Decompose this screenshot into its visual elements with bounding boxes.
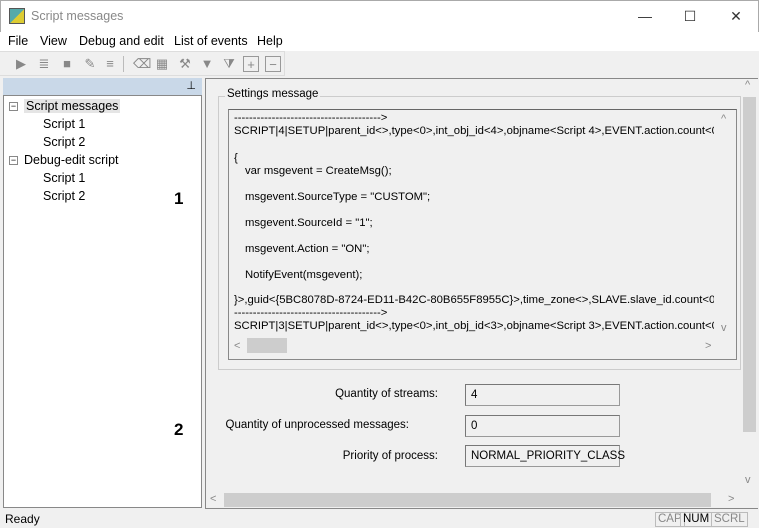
num-indicator: NUM bbox=[680, 512, 713, 527]
scroll-down-icon[interactable]: v bbox=[745, 474, 751, 486]
unprocessed-messages-field[interactable]: 0 bbox=[465, 415, 620, 437]
code-line: msgevent.SourceType = "CUSTOM"; bbox=[245, 191, 431, 203]
close-button[interactable]: ✕ bbox=[713, 1, 759, 31]
code-line: msgevent.SourceId = "1"; bbox=[245, 217, 373, 229]
tree-pane: ⊥ − Script messages Script 1 Script 2 − … bbox=[3, 78, 202, 509]
filter-icon[interactable]: ▼ bbox=[199, 56, 215, 72]
scroll-up-icon[interactable]: ^ bbox=[721, 113, 726, 125]
vertical-scrollbar[interactable]: ^ v bbox=[741, 79, 758, 491]
horizontal-scrollbar[interactable]: < > bbox=[206, 491, 741, 509]
scrl-indicator: SCRL bbox=[711, 512, 748, 527]
minimize-button[interactable]: — bbox=[622, 1, 668, 31]
priority-field[interactable]: NORMAL_PRIORITY_CLASS bbox=[465, 445, 625, 467]
menu-list-of-events[interactable]: List of events bbox=[174, 34, 248, 48]
settings-message-text[interactable]: --------------------------------------->… bbox=[228, 109, 737, 360]
quantity-of-streams-field[interactable]: 4 bbox=[465, 384, 620, 406]
scroll-down-icon[interactable]: v bbox=[721, 322, 727, 334]
maximize-button[interactable]: ☐ bbox=[667, 1, 713, 31]
details-pane: Settings message -----------------------… bbox=[205, 78, 758, 509]
group-label: Settings message bbox=[225, 88, 321, 100]
minus-icon[interactable]: − bbox=[265, 56, 281, 72]
grid-icon[interactable]: ▦ bbox=[154, 56, 170, 72]
scroll-left-icon[interactable]: < bbox=[234, 340, 240, 352]
tree-node-script-2[interactable]: Script 2 bbox=[43, 189, 85, 203]
toolbar-separator bbox=[123, 56, 124, 72]
scroll-up-icon[interactable]: ^ bbox=[745, 79, 750, 91]
code-line: SCRIPT|4|SETUP|parent_id<>,type<0>,int_o… bbox=[234, 125, 714, 137]
quantity-of-streams-label: Quantity of streams: bbox=[335, 388, 438, 400]
code-line: { bbox=[234, 152, 238, 164]
pin-icon[interactable]: ⊥ bbox=[186, 79, 196, 92]
marker-2: 2 bbox=[174, 420, 184, 439]
code-line: SCRIPT|3|SETUP|parent_id<>,type<0>,int_o… bbox=[234, 320, 714, 332]
vertical-scrollbar-thumb[interactable] bbox=[743, 97, 756, 432]
app-icon bbox=[9, 8, 25, 24]
settings-message-group: Settings message -----------------------… bbox=[218, 88, 741, 370]
code-line: msgevent.Action = "ON"; bbox=[245, 243, 370, 255]
script-edit-icon[interactable]: ✎ bbox=[82, 56, 98, 72]
tree-node-script-1[interactable]: Script 1 bbox=[43, 171, 85, 185]
filter-edit-icon[interactable]: ⧩ bbox=[221, 56, 237, 72]
lines-icon[interactable]: ≡ bbox=[102, 56, 118, 72]
marker-1: 1 bbox=[174, 189, 184, 208]
scroll-left-icon[interactable]: < bbox=[210, 493, 216, 505]
plus-icon[interactable]: + bbox=[243, 56, 259, 72]
window-title: Script messages bbox=[31, 9, 124, 23]
pane-header: ⊥ bbox=[3, 78, 202, 95]
run-icon[interactable]: ▶ bbox=[13, 56, 29, 72]
tree-node-debug-edit-script[interactable]: Debug-edit script bbox=[24, 153, 119, 167]
menu-debug-and-edit[interactable]: Debug and edit bbox=[79, 34, 164, 48]
scroll-right-icon[interactable]: > bbox=[705, 340, 711, 352]
unprocessed-messages-label: Quantity of unprocessed messages: bbox=[225, 419, 409, 431]
status-text: Ready bbox=[5, 512, 40, 526]
scroll-right-icon[interactable]: > bbox=[728, 493, 734, 505]
collapse-icon[interactable]: − bbox=[9, 156, 18, 165]
code-line: }>,guid<{5BC8078D-8724-ED11-B42C-80B655F… bbox=[234, 294, 714, 306]
eraser-icon[interactable]: ⌫ bbox=[133, 56, 151, 72]
collapse-icon[interactable]: − bbox=[9, 102, 18, 111]
code-line: ---------------------------------------> bbox=[234, 307, 388, 319]
code-line: ---------------------------------------> bbox=[234, 112, 388, 124]
list-sort-icon[interactable]: ≣ bbox=[36, 56, 52, 72]
menu-bar: File View Debug and edit List of events … bbox=[0, 32, 759, 51]
toolbar: ▶ ≣ ■ ✎ ≡ ⌫ ▦ ⚒ ▼ ⧩ + − bbox=[0, 51, 285, 76]
code-line: var msgevent = CreateMsg(); bbox=[245, 165, 392, 177]
priority-label: Priority of process: bbox=[342, 450, 438, 462]
save-icon[interactable]: ■ bbox=[59, 56, 75, 72]
tree-node-script-2[interactable]: Script 2 bbox=[43, 135, 85, 149]
menu-view[interactable]: View bbox=[40, 34, 67, 48]
menu-help[interactable]: Help bbox=[257, 34, 283, 48]
status-bar: Ready CAP NUM SCRL bbox=[0, 509, 759, 528]
horizontal-scrollbar-thumb[interactable] bbox=[224, 493, 711, 507]
tree-node-script-1[interactable]: Script 1 bbox=[43, 117, 85, 131]
horizontal-scrollbar-thumb[interactable] bbox=[247, 338, 287, 353]
menu-file[interactable]: File bbox=[8, 34, 28, 48]
tools-icon[interactable]: ⚒ bbox=[177, 56, 193, 72]
tree-view: − Script messages Script 1 Script 2 − De… bbox=[3, 95, 202, 508]
title-bar: Script messages — ☐ ✕ bbox=[0, 0, 759, 32]
code-line: NotifyEvent(msgevent); bbox=[245, 269, 363, 281]
tree-node-script-messages[interactable]: Script messages bbox=[24, 99, 121, 113]
